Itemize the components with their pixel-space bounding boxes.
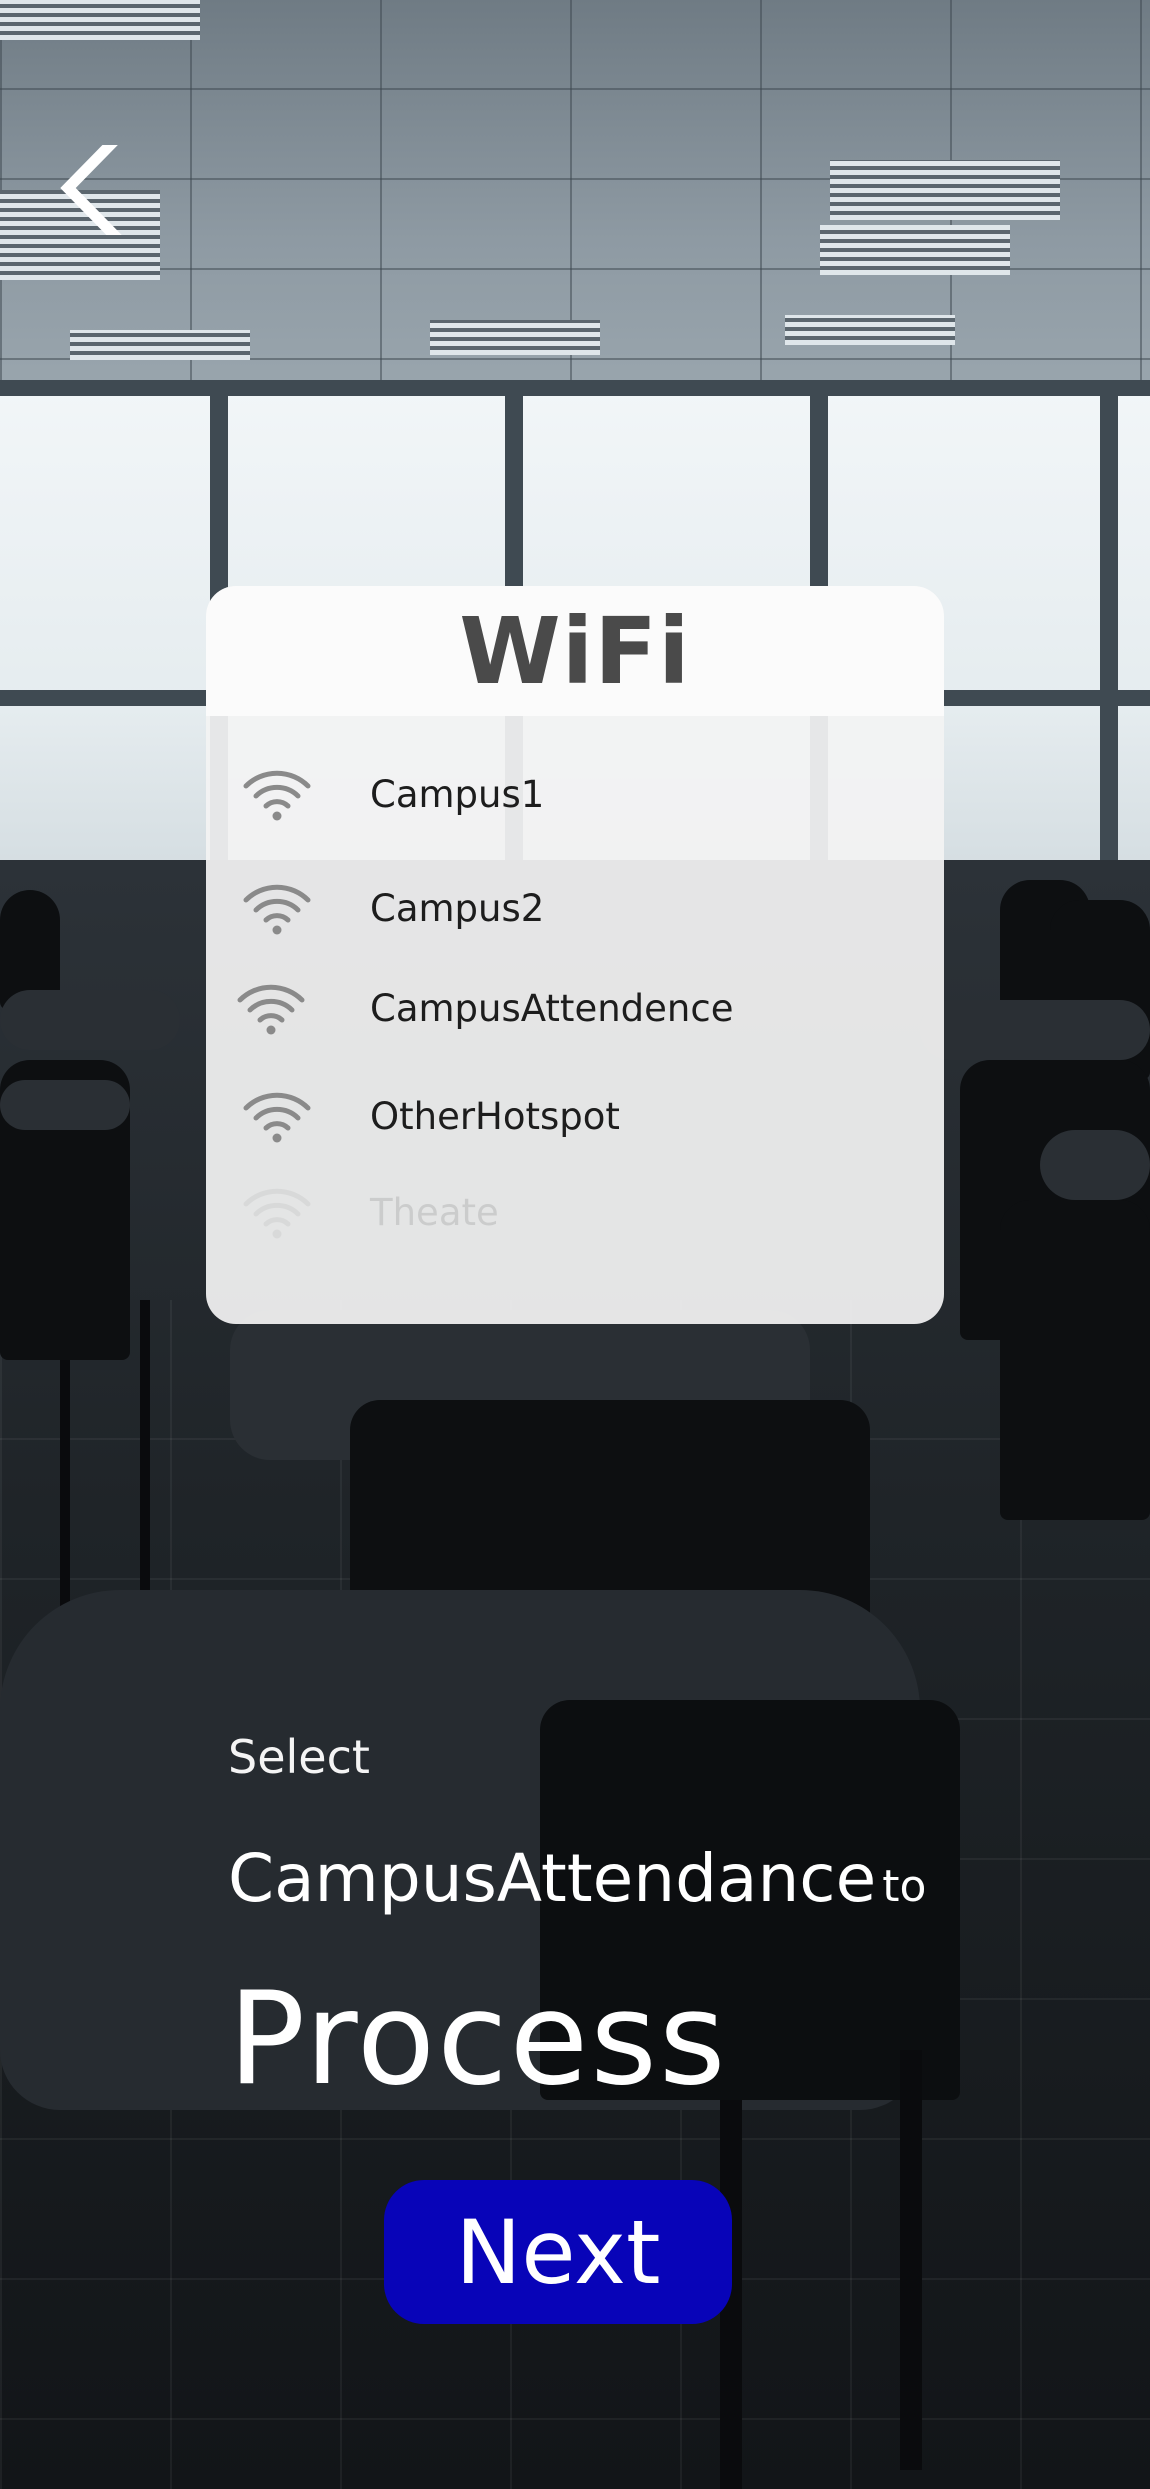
wifi-icon bbox=[243, 884, 311, 935]
wifi-icon bbox=[237, 984, 305, 1035]
instruction-network-line: CampusAttendance to bbox=[228, 1840, 926, 1917]
wifi-icon bbox=[243, 1188, 311, 1239]
to-label: to bbox=[882, 1861, 927, 1912]
wifi-icon bbox=[243, 1092, 311, 1143]
card-header: WiFi bbox=[206, 586, 944, 716]
wifi-network-label: Campus2 bbox=[370, 886, 545, 930]
select-label: Select bbox=[228, 1730, 370, 1784]
wifi-network-label: Theate bbox=[370, 1190, 499, 1234]
wifi-network-campusattendence[interactable]: CampusAttendence bbox=[230, 968, 920, 1048]
target-network-name: CampusAttendance bbox=[228, 1840, 877, 1917]
process-label: Process bbox=[228, 1965, 728, 2114]
card-title: WiFi bbox=[459, 597, 691, 705]
back-button[interactable] bbox=[50, 131, 140, 245]
wifi-network-label: OtherHotspot bbox=[370, 1094, 620, 1138]
chevron-left-icon bbox=[60, 131, 124, 245]
wifi-network-label: Campus1 bbox=[370, 772, 545, 816]
wifi-icon bbox=[243, 770, 311, 821]
wifi-network-campus1[interactable]: Campus1 bbox=[230, 754, 920, 834]
wifi-network-label: CampusAttendence bbox=[370, 986, 734, 1030]
wifi-network-card: WiFi Campus1 Campus2 CampusAttendence Ot… bbox=[206, 586, 944, 1324]
wifi-network-otherhotspot[interactable]: OtherHotspot bbox=[230, 1076, 920, 1156]
next-button[interactable]: Next bbox=[384, 2180, 732, 2324]
wifi-network-theate[interactable]: Theate bbox=[230, 1172, 920, 1252]
wifi-network-campus2[interactable]: Campus2 bbox=[230, 868, 920, 948]
